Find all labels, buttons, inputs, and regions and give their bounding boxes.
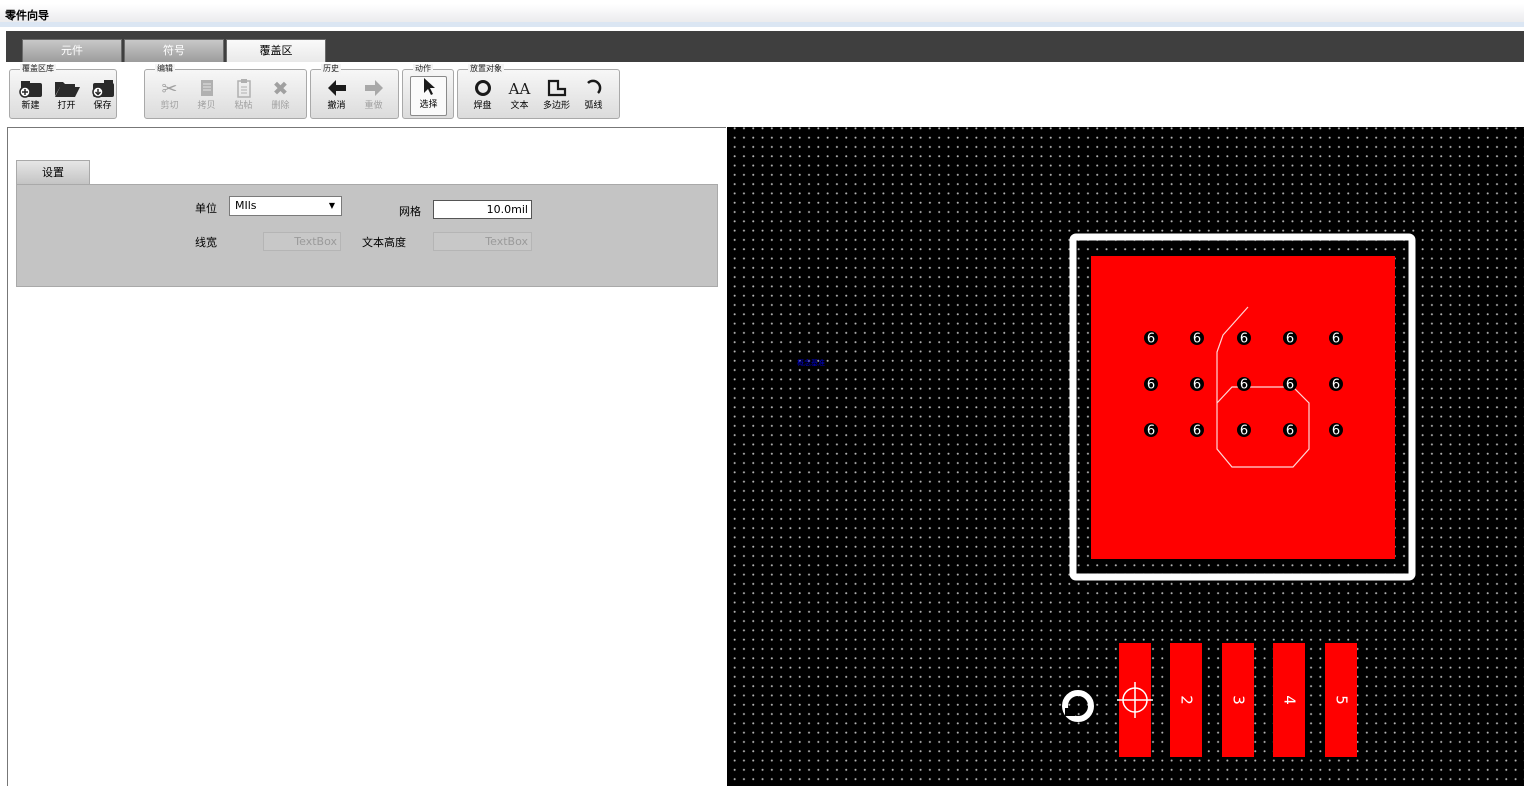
ribbon-group-history: 历史 撤消 重做 [310, 64, 399, 119]
group-label-action: 动作 [413, 64, 433, 74]
via-label: 6 [1240, 424, 1248, 439]
unit-label: 单位 [195, 202, 217, 215]
via-label: 6 [1193, 424, 1201, 439]
group-label-history: 历史 [321, 64, 341, 74]
text-height-input[interactable]: TextBox [433, 232, 532, 251]
tab-symbol[interactable]: 符号 [124, 39, 224, 62]
copy-button[interactable]: 拷贝 [188, 78, 225, 116]
unit-dropdown-value: MIls [235, 199, 257, 212]
via-label: 6 [1332, 424, 1340, 439]
cursor-text: 概念基准 [797, 358, 825, 367]
place-arc-label: 弧线 [584, 101, 603, 111]
new-folder-icon [12, 78, 49, 100]
delete-button-label: 删除 [271, 101, 290, 111]
ribbon-group-place: 放置对象 焊盘 AA 文本 多边形 弧线 [457, 64, 620, 119]
select-button-label: 选择 [419, 100, 438, 110]
select-button[interactable]: 选择 [410, 76, 447, 116]
footprint-canvas[interactable]: 6 6 6 6 6 6 6 6 6 6 6 6 6 6 6 2 3 4 5 概念基准 [727, 127, 1524, 786]
paste-icon [225, 78, 262, 100]
place-text-label: 文本 [510, 101, 529, 111]
copy-icon [188, 78, 225, 100]
ribbon-toolbar: 覆盖区库 新建 打开 保存 编辑 ✂ 剪切 拷贝 粘帖 ✖ 删除 历史 撤消 重… [6, 62, 1524, 126]
main-tab-bar: 元件 符号 覆盖区 [6, 31, 1524, 62]
new-button[interactable]: 新建 [12, 78, 49, 116]
via-label: 6 [1193, 332, 1201, 347]
pad-circle-icon [464, 78, 501, 100]
via-label: 6 [1147, 378, 1155, 393]
via-label: 6 [1147, 332, 1155, 347]
via-label: 6 [1332, 332, 1340, 347]
group-label-library: 覆盖区库 [20, 64, 56, 74]
grid-label: 网格 [399, 205, 421, 218]
save-button-label: 保存 [93, 101, 112, 111]
pin-label-2: 2 [1178, 695, 1196, 705]
via-label: 6 [1286, 378, 1294, 393]
undo-button-label: 撤消 [327, 101, 346, 111]
cut-button[interactable]: ✂ 剪切 [151, 78, 188, 116]
delete-x-icon: ✖ [272, 78, 289, 100]
via-label: 6 [1240, 378, 1248, 393]
paste-button-label: 粘帖 [234, 101, 253, 111]
redo-button-label: 重做 [364, 101, 383, 111]
arc-icon [575, 78, 612, 100]
via-label: 6 [1193, 378, 1201, 393]
via-label: 6 [1332, 378, 1340, 393]
ribbon-group-library: 覆盖区库 新建 打开 保存 [9, 64, 117, 119]
text-height-label: 文本高度 [362, 236, 406, 249]
undo-arrow-icon [318, 78, 355, 100]
tab-settings[interactable]: 设置 [16, 160, 90, 184]
line-width-label: 线宽 [195, 236, 217, 249]
place-pad-label: 焊盘 [473, 101, 492, 111]
text-icon: AA [508, 80, 531, 98]
grid-input[interactable]: 10.0mil [433, 200, 532, 219]
ribbon-group-edit: 编辑 ✂ 剪切 拷贝 粘帖 ✖ 删除 [144, 64, 307, 119]
group-label-place: 放置对象 [468, 64, 504, 74]
title-divider [0, 22, 1524, 27]
line-width-input[interactable]: TextBox [263, 232, 341, 251]
place-text-button[interactable]: AA 文本 [501, 78, 538, 116]
ribbon-group-action: 动作 选择 [402, 64, 454, 119]
thermal-pad [1091, 256, 1395, 559]
via-label: 6 [1240, 332, 1248, 347]
chevron-down-icon: ▼ [328, 201, 335, 210]
pin1-marker-gap [1065, 708, 1075, 716]
title-bar: 零件向导 [0, 0, 1524, 27]
place-polygon-button[interactable]: 多边形 [538, 78, 575, 116]
undo-button[interactable]: 撤消 [318, 78, 355, 116]
place-arc-button[interactable]: 弧线 [575, 78, 612, 116]
window-title: 零件向导 [5, 9, 49, 22]
open-button[interactable]: 打开 [48, 78, 85, 116]
unit-dropdown[interactable]: MIls ▼ [229, 196, 342, 216]
pin-label-5: 5 [1333, 695, 1351, 705]
new-button-label: 新建 [21, 101, 40, 111]
group-label-edit: 编辑 [155, 64, 175, 74]
via-label: 6 [1286, 332, 1294, 347]
pin-label-4: 4 [1281, 695, 1299, 705]
open-folder-icon [48, 78, 85, 100]
tab-component[interactable]: 元件 [22, 39, 122, 62]
delete-button[interactable]: ✖ 删除 [262, 78, 299, 116]
footprint-drawing: 6 6 6 6 6 6 6 6 6 6 6 6 6 6 6 2 3 4 5 概念基准 [797, 233, 1416, 757]
redo-button[interactable]: 重做 [355, 78, 392, 116]
cursor-arrow-icon [411, 77, 446, 99]
polygon-icon [538, 78, 575, 100]
scissors-icon: ✂ [161, 78, 178, 100]
save-folder-icon [84, 78, 121, 100]
via-label: 6 [1286, 424, 1294, 439]
copy-button-label: 拷贝 [197, 101, 216, 111]
place-pad-button[interactable]: 焊盘 [464, 78, 501, 116]
open-button-label: 打开 [57, 101, 76, 111]
pin-label-3: 3 [1230, 695, 1248, 705]
cut-button-label: 剪切 [160, 101, 179, 111]
tab-footprint[interactable]: 覆盖区 [226, 39, 326, 62]
save-button[interactable]: 保存 [84, 78, 121, 116]
paste-button[interactable]: 粘帖 [225, 78, 262, 116]
via-label: 6 [1147, 424, 1155, 439]
place-polygon-label: 多边形 [542, 101, 570, 111]
redo-arrow-icon [355, 78, 392, 100]
